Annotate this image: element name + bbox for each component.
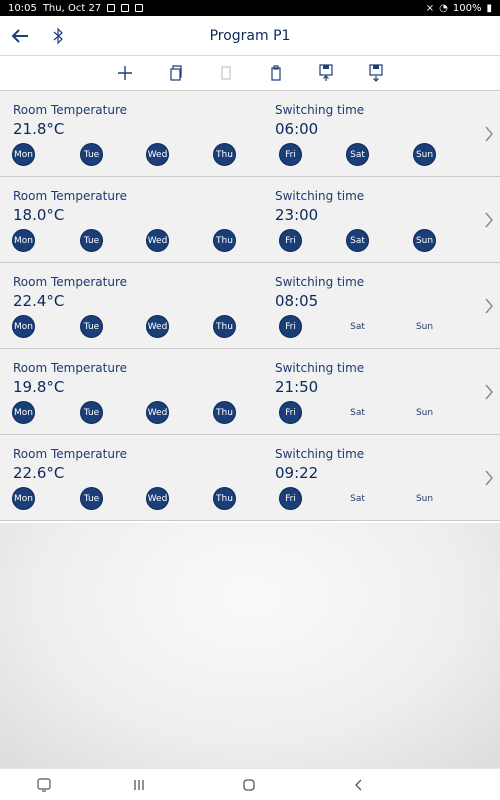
list-item[interactable]: Room Temperature 22.6°C Switching time 09:2… xyxy=(0,435,500,521)
day-thu[interactable]: Thu xyxy=(213,143,236,166)
switching-time-label: Switching time xyxy=(275,447,365,461)
notification-icon xyxy=(121,4,130,12)
program-list: Room Temperature 21.8°C Switching time 06:0… xyxy=(0,91,500,521)
day-tue[interactable]: Tue xyxy=(80,401,103,424)
temperature-label: Room Temperature xyxy=(13,447,127,461)
day-sun[interactable]: Sun xyxy=(413,315,436,338)
system-nav-bar xyxy=(0,768,500,800)
weekday-selector: Mon Tue Wed Thu Fri Sat Sun xyxy=(0,143,500,167)
switching-time-label: Switching time xyxy=(275,275,365,289)
day-fri[interactable]: Fri xyxy=(279,401,302,424)
chevron-right-icon[interactable] xyxy=(484,469,494,487)
day-sun[interactable]: Sun xyxy=(413,229,436,252)
save-upload-icon[interactable] xyxy=(316,63,336,83)
day-wed[interactable]: Wed xyxy=(146,401,169,424)
day-wed[interactable]: Wed xyxy=(146,229,169,252)
switching-time-value: 08:05 xyxy=(275,292,319,310)
temperature-value: 22.4°C xyxy=(13,292,65,310)
battery-level: 100% xyxy=(452,2,482,14)
clipboard-icon[interactable] xyxy=(266,63,286,83)
temperature-value: 18.0°C xyxy=(13,206,65,224)
day-tue[interactable]: Tue xyxy=(80,143,103,166)
day-wed[interactable]: Wed xyxy=(146,143,169,166)
weekday-selector: Mon Tue Wed Thu Fri Sat Sun xyxy=(0,229,500,253)
day-sun[interactable]: Sun xyxy=(413,487,436,510)
list-item[interactable]: Room Temperature 18.0°C Switching time 23:0… xyxy=(0,177,500,263)
paste-icon[interactable] xyxy=(216,63,236,83)
chevron-right-icon[interactable] xyxy=(484,211,494,229)
chevron-right-icon[interactable] xyxy=(484,297,494,315)
page-title: Program P1 xyxy=(209,27,291,44)
home-icon[interactable] xyxy=(240,776,258,794)
copy-icon[interactable] xyxy=(166,63,186,83)
day-sat[interactable]: Sat xyxy=(346,315,369,338)
status-time: 10:05 xyxy=(8,2,37,14)
switching-time-value: 06:00 xyxy=(275,120,319,138)
temperature-value: 19.8°C xyxy=(13,378,65,396)
day-sun[interactable]: Sun xyxy=(413,143,436,166)
weekday-selector: Mon Tue Wed Thu Fri Sat Sun xyxy=(0,487,500,511)
back-arrow-icon[interactable] xyxy=(8,24,32,48)
empty-area xyxy=(0,523,500,768)
day-fri[interactable]: Fri xyxy=(279,229,302,252)
save-download-icon[interactable] xyxy=(366,63,386,83)
day-mon[interactable]: Mon xyxy=(12,315,35,338)
day-tue[interactable]: Tue xyxy=(80,315,103,338)
day-sat[interactable]: Sat xyxy=(346,487,369,510)
switching-time-value: 09:22 xyxy=(275,464,319,482)
day-thu[interactable]: Thu xyxy=(213,401,236,424)
day-thu[interactable]: Thu xyxy=(213,315,236,338)
day-wed[interactable]: Wed xyxy=(146,487,169,510)
day-fri[interactable]: Fri xyxy=(279,315,302,338)
notification-icon xyxy=(135,4,144,12)
status-date: Thu, Oct 27 xyxy=(42,2,102,14)
list-item[interactable]: Room Temperature 19.8°C Switching time 21:5… xyxy=(0,349,500,435)
temperature-value: 22.6°C xyxy=(13,464,65,482)
day-fri[interactable]: Fri xyxy=(279,487,302,510)
day-mon[interactable]: Mon xyxy=(12,229,35,252)
day-tue[interactable]: Tue xyxy=(80,487,103,510)
app-bar: Program P1 xyxy=(0,16,500,56)
program-toolbar xyxy=(0,56,500,91)
day-thu[interactable]: Thu xyxy=(213,487,236,510)
chevron-right-icon[interactable] xyxy=(484,383,494,401)
switching-time-label: Switching time xyxy=(275,103,365,117)
list-item[interactable]: Room Temperature 21.8°C Switching time 06:0… xyxy=(0,91,500,177)
plus-icon[interactable] xyxy=(115,63,135,83)
day-fri[interactable]: Fri xyxy=(279,143,302,166)
day-sat[interactable]: Sat xyxy=(346,401,369,424)
weekday-selector: Mon Tue Wed Thu Fri Sat Sun xyxy=(0,401,500,425)
switching-time-label: Switching time xyxy=(275,189,365,203)
day-sun[interactable]: Sun xyxy=(413,401,436,424)
temperature-label: Room Temperature xyxy=(13,189,127,203)
nav-back-icon[interactable] xyxy=(350,776,368,794)
day-thu[interactable]: Thu xyxy=(213,229,236,252)
day-tue[interactable]: Tue xyxy=(80,229,103,252)
notification-icon xyxy=(107,4,116,12)
day-sat[interactable]: Sat xyxy=(346,229,369,252)
temperature-label: Room Temperature xyxy=(13,103,127,117)
switching-time-value: 21:50 xyxy=(275,378,319,396)
bluetooth-icon xyxy=(53,26,65,46)
day-sat[interactable]: Sat xyxy=(346,143,369,166)
day-mon[interactable]: Mon xyxy=(12,487,35,510)
recents-icon[interactable] xyxy=(130,776,148,794)
switching-time-value: 23:00 xyxy=(275,206,319,224)
temperature-value: 21.8°C xyxy=(13,120,65,138)
temperature-label: Room Temperature xyxy=(13,275,127,289)
assistant-icon[interactable] xyxy=(35,776,53,794)
day-mon[interactable]: Mon xyxy=(12,401,35,424)
day-mon[interactable]: Mon xyxy=(12,143,35,166)
status-bar: 10:05 Thu, Oct 27 ⨯ ◔ 100% ▮ xyxy=(0,0,500,16)
battery-icon: ▮ xyxy=(486,2,492,14)
weekday-selector: Mon Tue Wed Thu Fri Sat Sun xyxy=(0,315,500,339)
wifi-icon: ◔ xyxy=(439,2,448,14)
day-wed[interactable]: Wed xyxy=(146,315,169,338)
temperature-label: Room Temperature xyxy=(13,361,127,375)
mute-icon: ⨯ xyxy=(425,2,435,14)
list-item[interactable]: Room Temperature 22.4°C Switching time 08:0… xyxy=(0,263,500,349)
chevron-right-icon[interactable] xyxy=(484,125,494,143)
switching-time-label: Switching time xyxy=(275,361,365,375)
